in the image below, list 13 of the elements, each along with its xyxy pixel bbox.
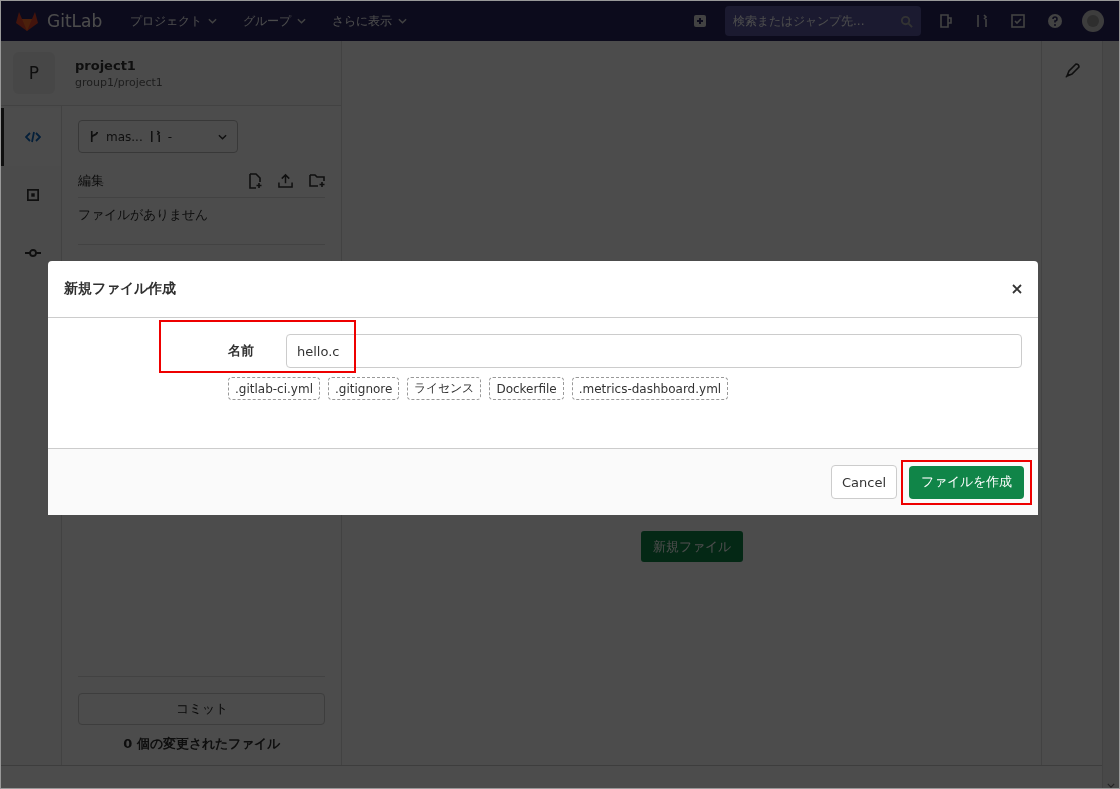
name-input-field[interactable]: hello.c: [286, 334, 1022, 368]
dialog-title: 新規ファイル作成: [64, 280, 176, 298]
template-suggestion[interactable]: .gitignore: [328, 377, 400, 400]
close-icon[interactable]: [1012, 284, 1022, 294]
create-file-button[interactable]: ファイルを作成: [909, 465, 1024, 499]
name-label: 名前: [227, 342, 255, 360]
template-suggestion[interactable]: ライセンス: [407, 377, 482, 400]
template-suggestion[interactable]: .gitlab-ci.yml: [228, 377, 320, 400]
changed-files-count: 0 個の変更されたファイル: [123, 735, 280, 753]
template-suggestion[interactable]: Dockerfile: [489, 377, 564, 400]
template-suggestion[interactable]: .metrics-dashboard.yml: [571, 377, 729, 400]
app-name: GitLab: [47, 11, 103, 31]
cancel-button[interactable]: Cancel: [830, 465, 897, 499]
